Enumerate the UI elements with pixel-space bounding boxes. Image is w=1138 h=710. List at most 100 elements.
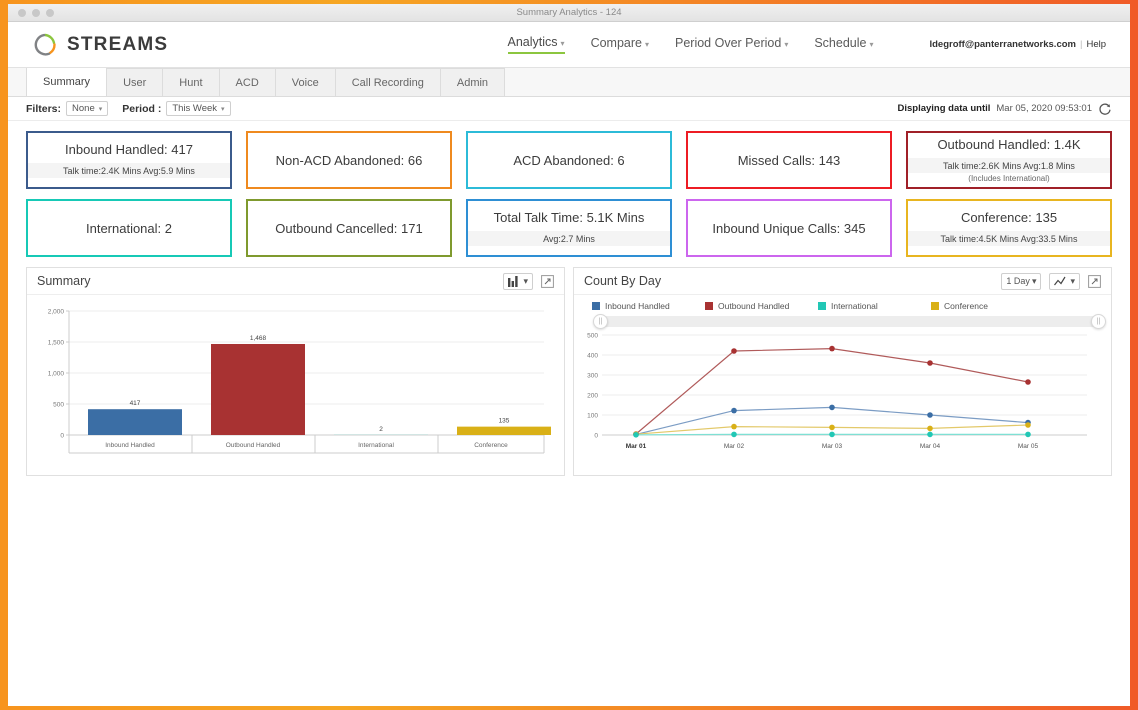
kpi-title: Outbound Handled: 1.4K: [937, 137, 1081, 152]
tab-user[interactable]: User: [106, 68, 164, 96]
y-tick-label: 1,500: [48, 340, 65, 347]
filters-value: None: [72, 103, 95, 114]
x-tick-label: Inbound Handled: [105, 442, 155, 449]
point-international[interactable]: [633, 432, 639, 438]
bar-inbound-handled[interactable]: [88, 409, 182, 435]
nav-item-period-over-period[interactable]: Period Over Period ▾: [675, 36, 788, 53]
legend-swatch: [592, 302, 600, 310]
line-inbound-handled[interactable]: [635, 406, 1029, 435]
count-by-day-panel-title: Count By Day: [584, 274, 662, 288]
kpi-card-international[interactable]: International: 2: [26, 199, 232, 257]
interval-select[interactable]: 1 Day ▾: [1001, 272, 1042, 290]
kpi-title: Missed Calls: 143: [737, 152, 841, 168]
tab-summary[interactable]: Summary: [26, 67, 108, 96]
legend-swatch: [818, 302, 826, 310]
x-tick-label: Mar 02: [724, 443, 745, 450]
kpi-card-outbound-cancelled[interactable]: Outbound Cancelled: 171: [246, 199, 452, 257]
point-inbound-handled[interactable]: [829, 404, 835, 411]
count-by-day-chart: || || 500 400 300 200 100 0 Mar 01 Mar 0…: [574, 311, 1111, 475]
y-tick-label: 1,000: [48, 371, 65, 378]
kpi-card-non-acd-abandoned[interactable]: Non-ACD Abandoned: 66: [246, 131, 452, 189]
legend-item-inbound-handled[interactable]: Inbound Handled: [592, 301, 705, 311]
x-tick-label: Mar 04: [920, 443, 941, 450]
nav-item-schedule[interactable]: Schedule ▾: [814, 36, 873, 53]
legend-item-outbound-handled[interactable]: Outbound Handled: [705, 301, 818, 311]
kpi-subtext: Talk time:2.6K Mins Avg:1.8 Mins: [908, 158, 1110, 173]
kpi-card-inbound-unique-calls[interactable]: Inbound Unique Calls: 345: [686, 199, 892, 257]
legend-swatch: [931, 302, 939, 310]
legend-label: Inbound Handled: [605, 301, 670, 311]
point-inbound-handled[interactable]: [927, 412, 933, 418]
point-international[interactable]: [927, 431, 933, 438]
point-conference[interactable]: [1025, 422, 1031, 428]
legend-item-conference[interactable]: Conference: [931, 301, 1044, 311]
window-title: Summary Analytics - 124: [516, 7, 622, 18]
tab-acd[interactable]: ACD: [218, 68, 276, 96]
nav-label: Analytics: [507, 35, 558, 49]
help-link[interactable]: Help: [1086, 39, 1106, 50]
point-conference[interactable]: [731, 423, 737, 430]
tab-call-recording[interactable]: Call Recording: [334, 68, 441, 96]
y-tick-label: 0: [594, 433, 598, 440]
x-tick-label: Conference: [474, 442, 508, 449]
kpi-title: Inbound Handled: 417: [65, 142, 193, 157]
kpi-card-acd-abandoned[interactable]: ACD Abandoned: 6: [466, 131, 672, 189]
point-outbound-handled[interactable]: [829, 345, 835, 352]
point-outbound-handled[interactable]: [731, 348, 737, 354]
point-outbound-handled[interactable]: [1025, 379, 1031, 385]
point-inbound-handled[interactable]: [731, 407, 737, 414]
nav-label: Compare: [590, 36, 642, 50]
point-outbound-handled[interactable]: [927, 360, 933, 366]
kpi-cards: Inbound Handled: 417 Talk time:2.4K Mins…: [8, 121, 1130, 257]
chart-type-button[interactable]: ▾: [503, 272, 533, 290]
refresh-icon[interactable]: [1098, 102, 1112, 116]
legend-swatch: [705, 302, 713, 310]
point-international[interactable]: [731, 431, 737, 438]
filters-select[interactable]: None ▾: [66, 101, 109, 116]
point-conference[interactable]: [927, 425, 933, 432]
tab-hunt[interactable]: Hunt: [162, 68, 220, 96]
kpi-subtext: Talk time:2.4K Mins Avg:5.9 Mins: [28, 163, 230, 178]
legend-item-international[interactable]: International: [818, 301, 931, 311]
kpi-title: International: 2: [85, 220, 172, 236]
period-select[interactable]: This Week ▾: [166, 101, 231, 116]
main-nav: Analytics ▾ Compare ▾ Period Over Period ▾ …: [507, 35, 1116, 54]
user-email[interactable]: ldegroff@panterranetworks.com: [929, 39, 1076, 50]
point-international[interactable]: [829, 431, 835, 438]
point-conference[interactable]: [829, 424, 835, 431]
y-tick-label: 400: [587, 353, 598, 360]
nav-label: Schedule: [814, 36, 867, 50]
tab-admin[interactable]: Admin: [439, 68, 506, 96]
bar-outbound-handled[interactable]: [211, 343, 305, 435]
kpi-subtext: Talk time:4.5K Mins Avg:33.5 Mins: [908, 231, 1110, 246]
y-tick-label: 500: [53, 402, 64, 409]
point-international[interactable]: [1025, 431, 1031, 438]
kpi-card-inbound-handled[interactable]: Inbound Handled: 417 Talk time:2.4K Mins…: [26, 131, 232, 189]
kpi-subtext: Avg:2.7 Mins: [468, 231, 670, 246]
kpi-card-missed-calls[interactable]: Missed Calls: 143: [686, 131, 892, 189]
kpi-card-outbound-handled[interactable]: Outbound Handled: 1.4K Talk time:2.6K Mi…: [906, 131, 1112, 189]
line-chart-icon: [1054, 276, 1068, 287]
nav-item-analytics[interactable]: Analytics ▾: [507, 35, 565, 54]
expand-icon[interactable]: [1088, 274, 1101, 288]
kpi-card-total-talk-time[interactable]: Total Talk Time: 5.1K Mins Avg:2.7 Mins: [466, 199, 672, 257]
period-value: This Week: [172, 103, 218, 114]
legend-label: Outbound Handled: [718, 301, 790, 311]
kpi-note: (Includes International): [968, 174, 1050, 183]
kpi-card-conference[interactable]: Conference: 135 Talk time:4.5K Mins Avg:…: [906, 199, 1112, 257]
expand-icon[interactable]: [541, 274, 554, 288]
nav-item-compare[interactable]: Compare ▾: [591, 36, 649, 53]
streams-logo-icon: [32, 32, 58, 58]
line-outbound-handled[interactable]: [635, 347, 1029, 435]
window-title-bar: Summary Analytics - 124: [8, 4, 1130, 22]
bar-value-label: 417: [130, 400, 141, 407]
x-tick-label: Outbound Handled: [226, 442, 281, 449]
brand[interactable]: STREAMS: [22, 32, 168, 58]
bar-value-label: 135: [499, 418, 510, 425]
bar-conference[interactable]: [457, 426, 551, 435]
count-by-day-line-chart-svg: 500 400 300 200 100 0 Mar 01 Mar 02 Mar …: [587, 333, 1087, 450]
tab-voice[interactable]: Voice: [274, 68, 336, 96]
chart-type-button[interactable]: ▾: [1049, 272, 1080, 290]
chevron-down-icon: ▾: [98, 105, 103, 113]
chevron-down-icon: ▾: [1031, 275, 1037, 286]
